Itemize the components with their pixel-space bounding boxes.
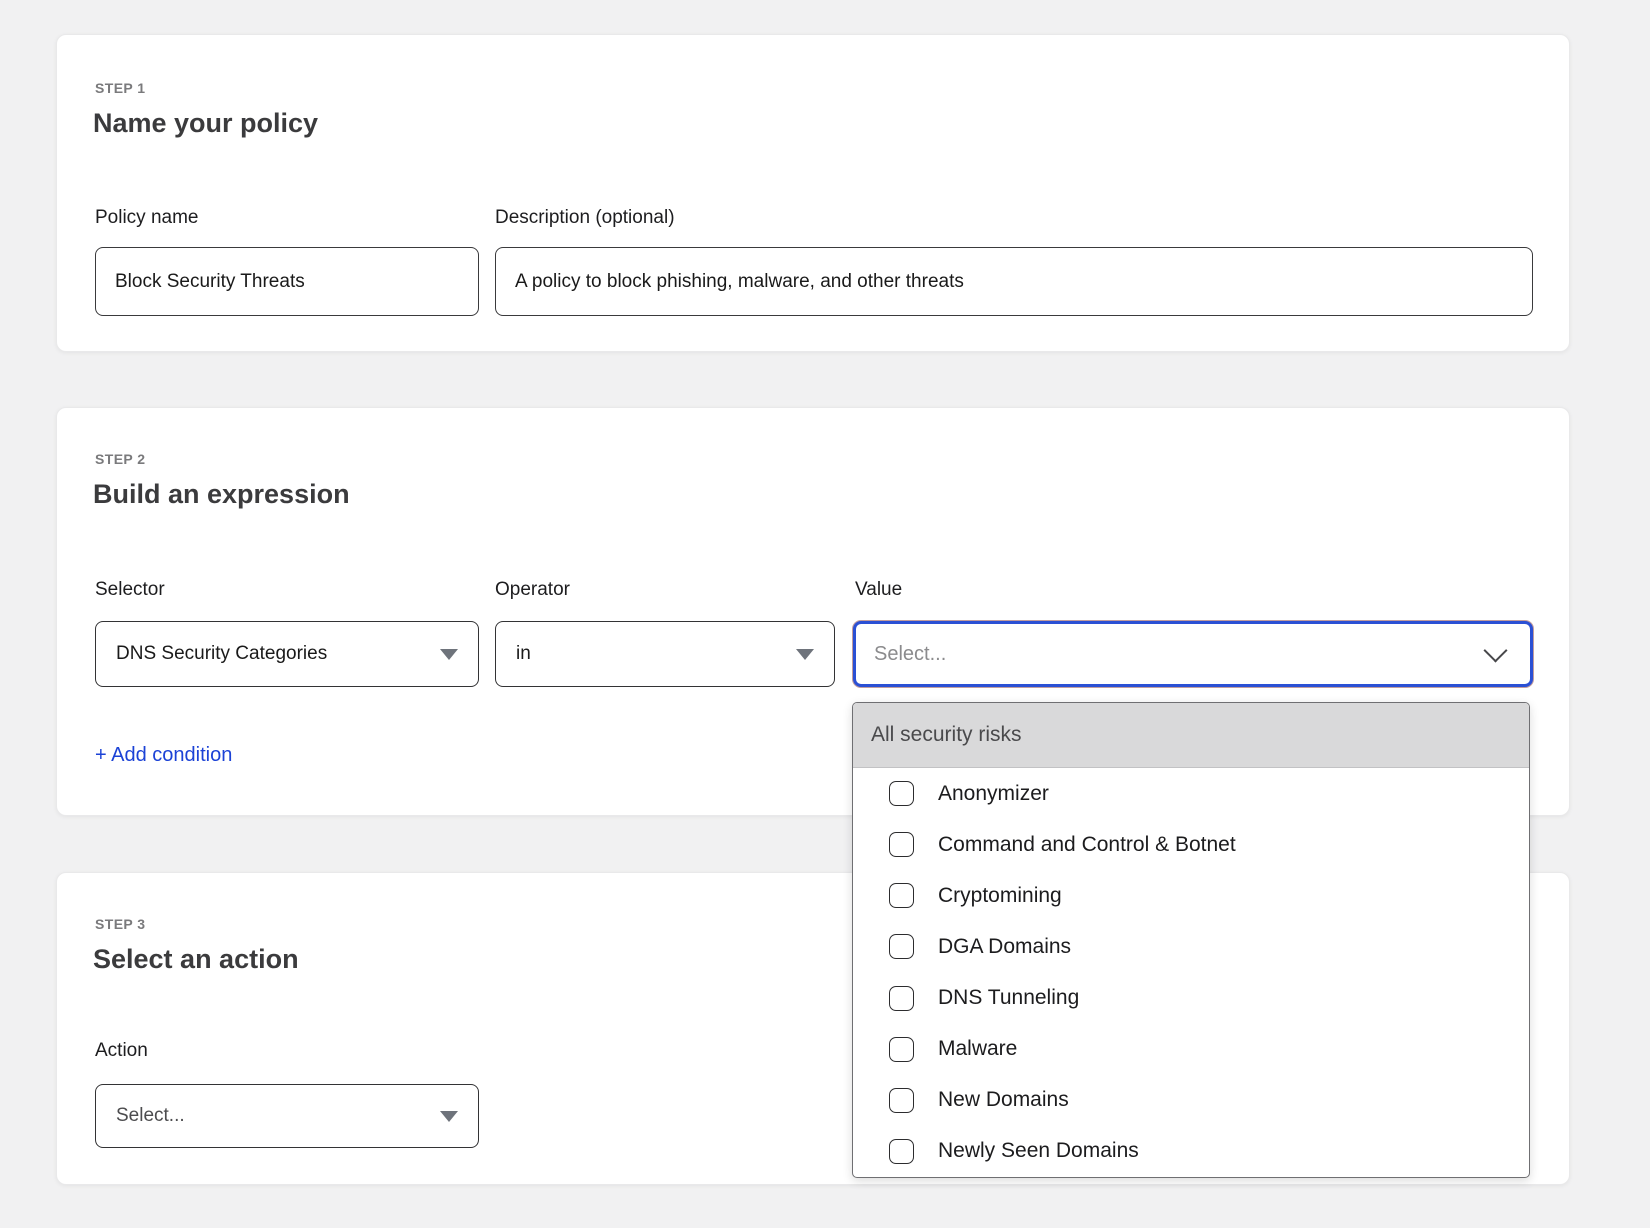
step-3-label: STEP 3 [95, 915, 145, 933]
option-dga-domains[interactable]: DGA Domains [853, 921, 1529, 972]
option-cryptomining[interactable]: Cryptomining [853, 870, 1529, 921]
caret-down-icon [440, 1111, 458, 1122]
step-2-label: STEP 2 [95, 450, 145, 468]
option-checkbox[interactable] [889, 986, 914, 1011]
option-command-and-control-botnet[interactable]: Command and Control & Botnet [853, 819, 1529, 870]
option-dns-tunneling[interactable]: DNS Tunneling [853, 973, 1529, 1024]
option-checkbox[interactable] [889, 883, 914, 908]
selector-value: DNS Security Categories [116, 643, 327, 665]
security-categories-dropdown: All security risks Anonymizer Command an… [852, 702, 1530, 1178]
option-checkbox[interactable] [889, 1088, 914, 1113]
dropdown-group-label: All security risks [871, 723, 1022, 747]
option-checkbox[interactable] [889, 1139, 914, 1164]
action-placeholder: Select... [116, 1105, 185, 1127]
option-checkbox[interactable] [889, 1037, 914, 1062]
selector-label: Selector [95, 578, 165, 601]
step-1-card: STEP 1 Name your policy Policy name Desc… [56, 34, 1570, 352]
operator-select[interactable]: in [495, 621, 835, 687]
operator-label: Operator [495, 578, 570, 601]
description-label: Description (optional) [495, 206, 675, 229]
policy-builder-page: STEP 1 Name your policy Policy name Desc… [0, 0, 1650, 1228]
description-input[interactable] [495, 247, 1533, 316]
add-condition-link[interactable]: + Add condition [95, 743, 232, 767]
option-malware[interactable]: Malware [853, 1024, 1529, 1075]
option-new-domains[interactable]: New Domains [853, 1075, 1529, 1126]
caret-down-icon [440, 649, 458, 660]
option-checkbox[interactable] [889, 934, 914, 959]
operator-value: in [516, 643, 531, 665]
value-placeholder: Select... [874, 643, 946, 666]
policy-name-label: Policy name [95, 206, 199, 229]
option-checkbox[interactable] [889, 781, 914, 806]
step-1-label: STEP 1 [95, 79, 145, 97]
caret-down-icon [796, 649, 814, 660]
option-newly-seen-domains[interactable]: Newly Seen Domains [853, 1126, 1529, 1177]
action-label: Action [95, 1039, 148, 1062]
step-2-title: Build an expression [93, 478, 350, 510]
policy-name-input[interactable] [95, 247, 479, 316]
step-3-title: Select an action [93, 943, 299, 975]
action-select[interactable]: Select... [95, 1084, 479, 1148]
chevron-down-icon [1483, 638, 1507, 662]
option-anonymizer[interactable]: Anonymizer [853, 768, 1529, 819]
value-label: Value [855, 578, 902, 601]
selector-select[interactable]: DNS Security Categories [95, 621, 479, 687]
all-security-risks-option[interactable]: All security risks [853, 703, 1529, 768]
option-checkbox[interactable] [889, 832, 914, 857]
value-combobox[interactable]: Select... [853, 621, 1533, 687]
step-1-title: Name your policy [93, 107, 318, 139]
